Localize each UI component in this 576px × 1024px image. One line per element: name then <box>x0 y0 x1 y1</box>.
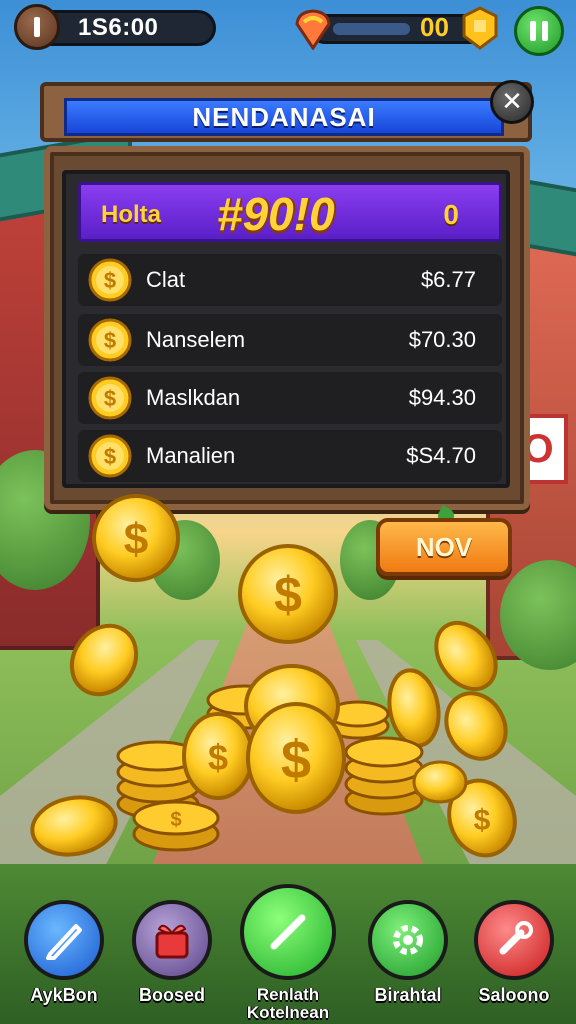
gem-count: 00 <box>420 12 449 42</box>
total-row: Holta #90!0 0 <box>78 182 502 242</box>
coin <box>444 691 508 761</box>
earnings-list: Holta #90!0 0 $ Clat $6.77 $ Nanselem $7… <box>62 170 510 488</box>
list-item-amount: $S4.70 <box>406 443 476 468</box>
list-item-amount: $6.77 <box>420 267 476 292</box>
coin: $ <box>238 544 338 644</box>
list-item-amount: $70.30 <box>408 327 476 352</box>
bottom-button-2-label: Boosed <box>138 985 205 1005</box>
pause-icon-bar <box>542 21 548 41</box>
coin-icon: $ <box>88 258 132 302</box>
menu-button[interactable] <box>14 4 60 50</box>
bottom-button-4[interactable]: Birahtal <box>366 900 450 1004</box>
total-count: 0 <box>443 199 459 230</box>
pencil-icon <box>46 924 82 960</box>
svg-text:$: $ <box>104 386 116 411</box>
coin-icon: $ <box>88 434 132 478</box>
svg-text:$: $ <box>274 567 302 623</box>
svg-text:$: $ <box>208 737 228 778</box>
list-item-name: Maslkdan <box>146 385 241 410</box>
coin-pile: $ $ $ $ $ $ <box>30 494 517 858</box>
bottom-button-4-circle <box>368 900 448 980</box>
panel-title: NENDANASAI <box>192 101 376 132</box>
wrench-icon <box>499 921 533 955</box>
panel-title-bar: NENDANASAI <box>40 82 532 142</box>
list-item[interactable]: $ Maslkdan $94.30 <box>78 372 502 424</box>
coin-icon: $ <box>88 318 132 362</box>
bottom-button-1[interactable]: AykBon <box>22 900 106 1004</box>
bottom-button-1-circle <box>24 900 104 980</box>
menu-icon <box>34 17 40 37</box>
total-value: #90!0 <box>217 188 335 240</box>
panel-title-banner: NENDANASAI <box>64 98 504 136</box>
coin <box>434 620 498 692</box>
pause-button[interactable] <box>514 6 564 56</box>
bottom-button-3-circle <box>240 884 336 980</box>
list-item[interactable]: $ Nanselem $70.30 <box>78 314 502 366</box>
svg-text:$: $ <box>104 328 116 353</box>
bottom-button-5-label: Saloono <box>478 985 550 1005</box>
svg-text:$: $ <box>104 268 116 293</box>
coin: $ <box>246 702 346 814</box>
close-button[interactable]: ✕ <box>490 80 534 124</box>
bottom-button-3-label: Renlath Kotelnean <box>246 985 330 1022</box>
coin <box>412 760 468 804</box>
gem-icon <box>295 9 331 50</box>
list-item-name: Clat <box>146 267 186 292</box>
list-item-amount: $94.30 <box>408 385 476 410</box>
bottom-button-3[interactable]: Renlath Kotelnean <box>236 884 340 1022</box>
gold-shield-icon <box>462 6 498 50</box>
bottom-button-5[interactable]: Saloono <box>472 900 556 1004</box>
coin-icon: $ <box>88 376 132 420</box>
coin <box>30 795 118 857</box>
svg-text:$: $ <box>104 444 116 469</box>
coin: $ <box>92 494 180 582</box>
gift-icon <box>155 924 189 959</box>
svg-text:$: $ <box>474 804 491 837</box>
list-item-name: Nanselem <box>146 327 246 352</box>
bottom-button-1-label: AykBon <box>30 985 98 1005</box>
svg-text:$: $ <box>170 809 181 831</box>
list-item[interactable]: $ Manalien $S4.70 <box>78 430 502 482</box>
earnings-panel: NENDANASAI ✕ Holta #90!0 0 $ Clat $6.77 … <box>40 80 534 510</box>
progress-bar <box>333 23 410 35</box>
bottom-button-5-circle <box>474 900 554 980</box>
coin <box>69 623 139 697</box>
bottom-button-4-label: Birahtal <box>374 985 442 1005</box>
list-item-name: Manalien <box>146 443 236 468</box>
coin-stack: $ <box>132 800 220 852</box>
bottom-button-2[interactable]: Boosed <box>130 900 214 1004</box>
coin: $ <box>182 712 254 800</box>
bottom-button-2-circle <box>132 900 212 980</box>
total-label: Holta <box>101 201 161 228</box>
coin-stack <box>344 736 424 816</box>
money-value: 1S6:00 <box>78 14 159 41</box>
pause-icon <box>530 21 536 41</box>
slash-icon <box>270 914 306 950</box>
svg-text:$: $ <box>281 730 311 790</box>
list-item[interactable]: $ Clat $6.77 <box>78 254 502 306</box>
svg-text:$: $ <box>124 515 148 564</box>
gear-icon <box>393 925 423 955</box>
